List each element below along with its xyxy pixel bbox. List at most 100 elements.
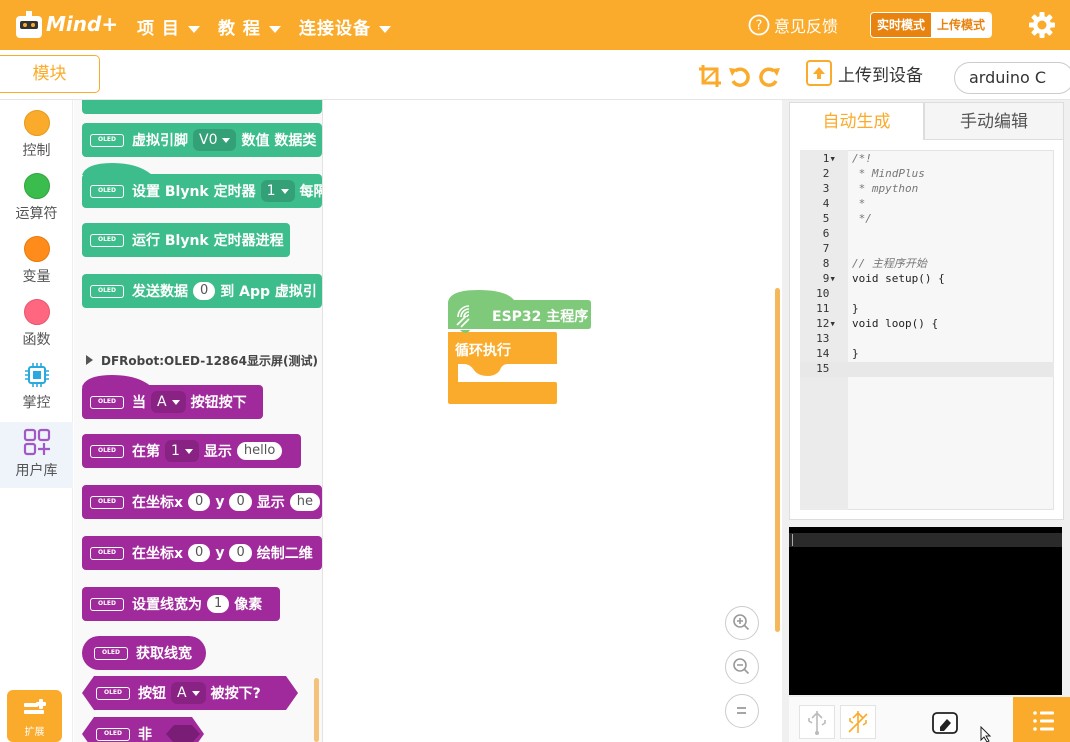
block-text: 当: [132, 395, 146, 411]
oled-draw-at-coord-block[interactable]: OLED 在坐标x 0 y 0 绘制二维: [82, 536, 322, 570]
linewidth-input[interactable]: 1: [207, 595, 230, 613]
text-input[interactable]: he: [289, 493, 320, 511]
oled-badge-icon: OLED: [90, 444, 124, 458]
tab-modules[interactable]: 模块: [0, 55, 100, 93]
category-operators[interactable]: 运算符: [0, 173, 73, 223]
oled-badge-icon: OLED: [90, 284, 124, 298]
line-number: 4: [822, 197, 836, 210]
block-text: 显示: [203, 444, 232, 460]
gear-icon[interactable]: [1028, 11, 1056, 39]
feedback-link[interactable]: ? 意见反馈: [748, 13, 838, 37]
redo-icon[interactable]: [756, 63, 782, 89]
blynk-timer-block[interactable]: OLED 设置 Blynk 定时器 1 每隔: [82, 174, 322, 208]
usb-disconnect-icon: [848, 711, 868, 733]
section-header-oled[interactable]: DFRobot:OLED-12864显示屏(测试): [86, 352, 318, 369]
oled-when-button-block[interactable]: OLED 当 A 按钮按下: [82, 385, 263, 419]
realtime-mode-button[interactable]: 实时模式: [871, 13, 932, 37]
block-text: 被按下?: [210, 686, 261, 702]
loop-label: 循环执行: [455, 343, 511, 359]
zoom-in-button[interactable]: [725, 606, 759, 640]
menu-connect-device[interactable]: 连接设备: [299, 14, 391, 39]
upload-to-device-button[interactable]: 上传到设备: [806, 60, 923, 86]
eraser-icon[interactable]: [932, 712, 958, 734]
category-functions[interactable]: 函数: [0, 299, 73, 349]
blynk-virtual-pin-block[interactable]: OLED 虚拟引脚 V0 数值 数据类: [82, 123, 322, 157]
usb-connect-button[interactable]: [799, 705, 835, 739]
code-line: void setup() {: [852, 272, 945, 285]
list-menu-button[interactable]: [1013, 697, 1070, 742]
tab-manual-edit[interactable]: 手动编辑: [924, 102, 1064, 140]
serial-monitor[interactable]: [789, 527, 1062, 695]
not-content: OLED 非: [96, 717, 152, 742]
button-dropdown[interactable]: A: [171, 682, 206, 704]
send-value-input[interactable]: 0: [193, 282, 216, 300]
button-pressed-content: OLED 按钮 A 被按下?: [96, 676, 261, 710]
block-text: 显示: [256, 495, 285, 511]
category-dot: [23, 110, 50, 136]
category-label: 函数: [22, 332, 51, 348]
upload-mode-button[interactable]: 上传模式: [931, 13, 992, 37]
upload-label: 上传到设备: [838, 65, 923, 86]
menu-project[interactable]: 项 目: [137, 14, 200, 39]
extensions-label: 扩展: [24, 727, 45, 738]
language-select[interactable]: arduino C: [954, 62, 1070, 94]
palette-scrollbar[interactable]: [314, 678, 319, 742]
code-line: */: [852, 212, 872, 225]
partial-blynk-block[interactable]: [82, 100, 322, 114]
oled-badge-icon: OLED: [90, 133, 124, 147]
oled-badge-icon: OLED: [90, 233, 124, 247]
category-control[interactable]: 控制: [0, 110, 73, 160]
line-number: 3: [822, 182, 836, 195]
blynk-send-data-block[interactable]: OLED 发送数据 0 到 App 虚拟引: [82, 274, 322, 308]
extensions-button[interactable]: 扩展: [7, 690, 62, 742]
vpin-dropdown[interactable]: V0: [193, 129, 237, 151]
question-icon: ?: [748, 14, 770, 36]
category-user-library[interactable]: 用户库: [0, 422, 73, 488]
x-input[interactable]: 0: [188, 493, 211, 511]
category-dot: [23, 236, 50, 262]
logo-text: Mind+: [46, 12, 119, 36]
workspace-scrollbar[interactable]: [775, 288, 780, 632]
tab-auto-generate[interactable]: 自动生成: [789, 102, 924, 140]
category-dot: [23, 173, 50, 199]
chevron-down-icon: [379, 25, 391, 33]
block-text: y: [215, 494, 225, 510]
category-variables[interactable]: 变量: [0, 236, 73, 286]
category-handpy[interactable]: 掌控: [0, 362, 73, 412]
mode-toggle[interactable]: 实时模式 上传模式: [870, 12, 993, 38]
undo-icon[interactable]: [727, 63, 753, 89]
zoom-out-button[interactable]: [725, 650, 759, 684]
chevron-down-icon: [268, 25, 281, 33]
row-dropdown[interactable]: 1: [165, 440, 199, 462]
crop-icon[interactable]: [697, 63, 723, 89]
serial-input-bar[interactable]: [789, 533, 1062, 547]
serial-cursor: [792, 534, 793, 546]
line-number: 10: [816, 287, 836, 300]
line-number: 5: [822, 212, 836, 225]
zoom-reset-button[interactable]: [725, 694, 759, 728]
line-number: 2: [822, 167, 836, 180]
active-line-highlight: [800, 362, 1054, 377]
blynk-run-timer-block[interactable]: OLED 运行 Blynk 定时器进程: [82, 223, 290, 257]
feedback-label: 意见反馈: [774, 17, 839, 36]
y-input[interactable]: 0: [229, 493, 252, 511]
oled-show-line-block[interactable]: OLED 在第 1 显示 hello: [82, 434, 301, 468]
category-sidebar: 控制 运算符 变量 函数 掌控 用户库: [0, 100, 73, 742]
block-text: 在第: [132, 444, 160, 460]
usb-icon: [808, 711, 826, 735]
workspace[interactable]: [323, 100, 781, 742]
category-label: 变量: [22, 269, 51, 285]
line-number: 7: [822, 242, 836, 255]
row-text-input[interactable]: hello: [236, 442, 283, 460]
timer-dropdown[interactable]: 1: [260, 180, 295, 202]
usb-disconnect-button[interactable]: [840, 705, 876, 739]
oled-show-at-coord-block[interactable]: OLED 在坐标x 0 y 0 显示 he: [82, 485, 322, 519]
button-dropdown[interactable]: A: [151, 391, 186, 413]
x-input[interactable]: 0: [188, 544, 211, 562]
oled-set-linewidth-block[interactable]: OLED 设置线宽为 1 像素: [82, 587, 280, 621]
upload-arrow-icon: [806, 60, 832, 86]
code-line: void loop() {: [852, 317, 939, 330]
y-input[interactable]: 0: [229, 544, 252, 562]
oled-get-linewidth-block[interactable]: OLED 获取线宽: [82, 636, 206, 670]
menu-tutorial[interactable]: 教 程: [218, 14, 281, 39]
